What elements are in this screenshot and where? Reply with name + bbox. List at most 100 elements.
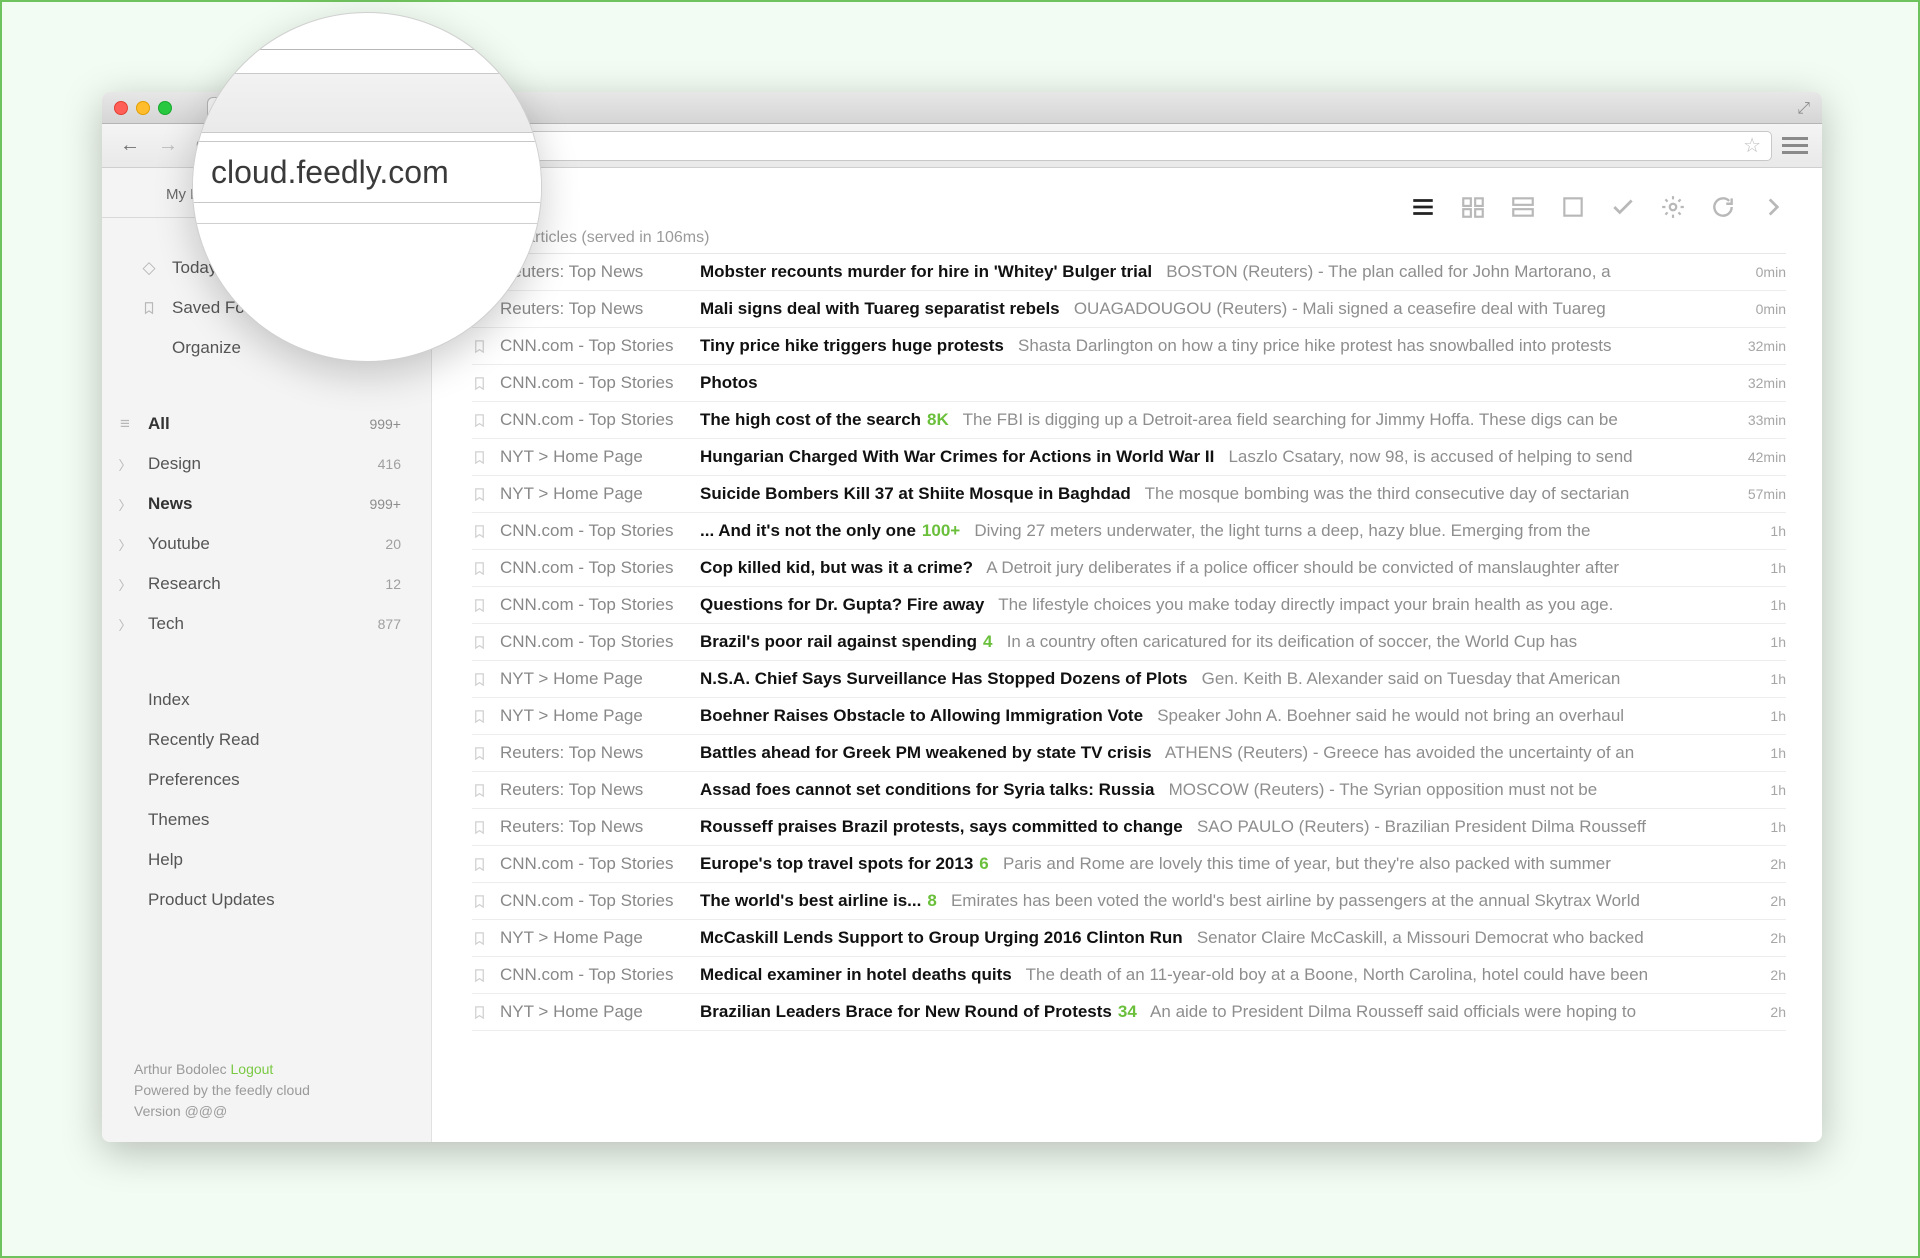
chevron-right-icon: 〉 (116, 615, 134, 634)
article-row[interactable]: CNN.com - Top StoriesCop killed kid, but… (472, 550, 1786, 587)
back-icon[interactable]: ← (116, 134, 144, 157)
article-row[interactable]: CNN.com - Top StoriesPhotos32min (472, 365, 1786, 402)
sidebar-link[interactable]: Help (110, 840, 407, 880)
bookmark-icon[interactable] (472, 598, 500, 613)
article-row[interactable]: Reuters: Top NewsBattles ahead for Greek… (472, 735, 1786, 772)
sidebar-link[interactable]: Preferences (110, 760, 407, 800)
mark-read-icon[interactable] (1610, 194, 1636, 220)
bookmark-icon[interactable] (472, 376, 500, 391)
article-row[interactable]: Reuters: Top NewsRousseff praises Brazil… (472, 809, 1786, 846)
sidebar-item-category[interactable]: 〉Tech877 (110, 604, 407, 644)
bookmark-icon[interactable] (472, 524, 500, 539)
article-source: CNN.com - Top Stories (500, 410, 700, 430)
article-row[interactable]: Reuters: Top NewsMobster recounts murder… (472, 254, 1786, 291)
article-source: NYT > Home Page (500, 669, 700, 689)
article-title: The high cost of the search (700, 410, 921, 429)
zoom-icon[interactable] (158, 101, 172, 115)
article-source: Reuters: Top News (500, 780, 700, 800)
article-row[interactable]: CNN.com - Top StoriesMedical examiner in… (472, 957, 1786, 994)
article-row[interactable]: Reuters: Top NewsAssad foes cannot set c… (472, 772, 1786, 809)
bookmark-icon[interactable] (472, 857, 500, 872)
article-time: 1h (1730, 782, 1786, 798)
article-source: CNN.com - Top Stories (500, 595, 700, 615)
bookmark-icon[interactable] (472, 635, 500, 650)
bookmark-icon[interactable] (472, 709, 500, 724)
article-source: CNN.com - Top Stories (500, 558, 700, 578)
close-icon[interactable] (114, 101, 128, 115)
bookmark-star-icon[interactable]: ☆ (1743, 133, 1761, 158)
article-body: Brazil's poor rail against spending4 In … (700, 632, 1730, 652)
article-row[interactable]: CNN.com - Top StoriesQuestions for Dr. G… (472, 587, 1786, 624)
refresh-icon[interactable] (1710, 194, 1736, 220)
chevron-right-icon: 〉 (116, 495, 134, 514)
fullscreen-icon[interactable]: ⤢ (1797, 100, 1810, 118)
footer-line3: Version @@@ (134, 1101, 310, 1122)
bookmark-icon[interactable] (472, 746, 500, 761)
sidebar-item-category[interactable]: 〉News999+ (110, 484, 407, 524)
footer-line2: Powered by the feedly cloud (134, 1080, 310, 1101)
next-icon[interactable] (1760, 194, 1786, 220)
bookmark-icon[interactable] (472, 450, 500, 465)
sidebar-link[interactable]: Recently Read (110, 720, 407, 760)
settings-icon[interactable] (1660, 194, 1686, 220)
sidebar-item-category[interactable]: 〉Design416 (110, 444, 407, 484)
bookmark-icon[interactable] (472, 487, 500, 502)
logout-link[interactable]: Logout (231, 1061, 274, 1077)
bookmark-icon[interactable] (472, 894, 500, 909)
article-row[interactable]: NYT > Home PageSuicide Bombers Kill 37 a… (472, 476, 1786, 513)
forward-icon[interactable]: → (154, 134, 182, 157)
article-row[interactable]: NYT > Home PageBrazilian Leaders Brace f… (472, 994, 1786, 1031)
article-row[interactable]: CNN.com - Top StoriesBrazil's poor rail … (472, 624, 1786, 661)
article-row[interactable]: CNN.com - Top Stories... And it's not th… (472, 513, 1786, 550)
chevron-right-icon: 〉 (116, 535, 134, 554)
sidebar-item-all[interactable]: ≡ All 999+ (110, 404, 407, 444)
bookmark-icon[interactable] (472, 413, 500, 428)
sidebar-link[interactable]: Product Updates (110, 880, 407, 920)
article-time: 1h (1730, 745, 1786, 761)
article-count: 6 (979, 854, 988, 873)
article-row[interactable]: CNN.com - Top StoriesThe high cost of th… (472, 402, 1786, 439)
article-summary: Paris and Rome are lovely this time of y… (1003, 854, 1611, 873)
article-body: Hungarian Charged With War Crimes for Ac… (700, 447, 1730, 467)
article-row[interactable]: CNN.com - Top StoriesTiny price hike tri… (472, 328, 1786, 365)
bookmark-icon[interactable] (472, 931, 500, 946)
sidebar-item-category[interactable]: 〉Youtube20 (110, 524, 407, 564)
article-summary: Gen. Keith B. Alexander said on Tuesday … (1202, 669, 1621, 688)
view-rows-icon[interactable] (1510, 194, 1536, 220)
article-title: Suicide Bombers Kill 37 at Shiite Mosque… (700, 484, 1131, 503)
article-row[interactable]: CNN.com - Top StoriesEurope's top travel… (472, 846, 1786, 883)
sidebar-link[interactable]: Index (110, 680, 407, 720)
sidebar-item-category[interactable]: 〉Research12 (110, 564, 407, 604)
sidebar-link[interactable]: Themes (110, 800, 407, 840)
article-row[interactable]: NYT > Home PageHungarian Charged With Wa… (472, 439, 1786, 476)
bookmark-icon[interactable] (472, 561, 500, 576)
article-source: CNN.com - Top Stories (500, 632, 700, 652)
chevron-right-icon: 〉 (116, 455, 134, 474)
view-card-icon[interactable] (1560, 194, 1586, 220)
article-summary: Laszlo Csatary, now 98, is accused of he… (1228, 447, 1632, 466)
minimize-icon[interactable] (136, 101, 150, 115)
bookmark-icon[interactable] (472, 968, 500, 983)
article-row[interactable]: Reuters: Top NewsMali signs deal with Tu… (472, 291, 1786, 328)
sidebar-item-label: News (148, 494, 355, 514)
article-title: Photos (700, 373, 758, 392)
article-body: Europe's top travel spots for 20136 Pari… (700, 854, 1730, 874)
bookmark-icon[interactable] (472, 783, 500, 798)
bookmark-icon[interactable] (472, 820, 500, 835)
article-row[interactable]: NYT > Home PageBoehner Raises Obstacle t… (472, 698, 1786, 735)
article-title: Assad foes cannot set conditions for Syr… (700, 780, 1154, 799)
article-row[interactable]: NYT > Home PageN.S.A. Chief Says Surveil… (472, 661, 1786, 698)
article-time: 32min (1730, 375, 1786, 391)
article-row[interactable]: NYT > Home PageMcCaskill Lends Support t… (472, 920, 1786, 957)
view-tiles-icon[interactable] (1460, 194, 1486, 220)
bookmark-icon[interactable] (472, 672, 500, 687)
article-time: 0min (1730, 301, 1786, 317)
view-list-dense-icon[interactable] (1410, 194, 1436, 220)
bookmark-icon[interactable] (472, 1005, 500, 1020)
article-body: N.S.A. Chief Says Surveillance Has Stopp… (700, 669, 1730, 689)
article-title: Cop killed kid, but was it a crime? (700, 558, 973, 577)
browser-menu-icon[interactable] (1782, 137, 1808, 154)
article-time: 1h (1730, 708, 1786, 724)
article-row[interactable]: CNN.com - Top StoriesThe world's best ai… (472, 883, 1786, 920)
article-time: 0min (1730, 264, 1786, 280)
